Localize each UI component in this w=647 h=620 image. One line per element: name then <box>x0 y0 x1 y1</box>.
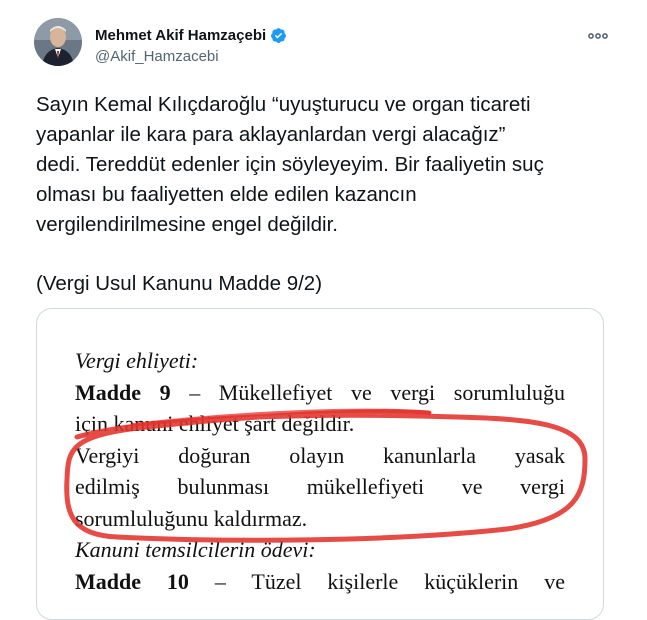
tweet-text: Sayın Kemal Kılıçdaroğlu “uyuşturucu ve … <box>36 90 606 299</box>
avatar-photo <box>34 18 82 66</box>
tweet-image[interactable]: Vergi ehliyeti: Madde 9 – Mükellefiyet v… <box>36 308 604 620</box>
doc-heading-vergi-ehliyeti: Vergi ehliyeti: <box>75 348 199 373</box>
law-document-scan: Vergi ehliyeti: Madde 9 – Mükellefiyet v… <box>75 345 565 597</box>
tweet-header: Mehmet Akif Hamzaçebi @Akif_Hamzacebi <box>0 0 647 84</box>
verified-badge-icon <box>270 27 287 44</box>
doc-madde-9-label: Madde 9 <box>75 379 171 405</box>
doc-heading-kanuni-temsilcilerin: Kanuni temsilcilerin ödevi: <box>75 537 316 562</box>
doc-madde-10-line: Madde 10 – Tüzel kişilerle küçüklerin ve <box>75 566 565 598</box>
doc-madde-9-line: Madde 9 – Mükellefiyet ve vergi sorumlul… <box>75 377 565 409</box>
doc-madde-9-text: – Mükellefiyet ve vergi sorumluluğu <box>170 379 565 405</box>
doc-madde-10-label: Madde 10 <box>75 568 189 594</box>
doc-line-6: sorumluluğunu kaldırmaz. <box>75 505 308 531</box>
tweet-paragraph: Sayın Kemal Kılıçdaroğlu “uyuşturucu ve … <box>36 93 544 236</box>
author-handle[interactable]: @Akif_Hamzacebi <box>95 48 219 65</box>
author-display-name[interactable]: Mehmet Akif Hamzaçebi <box>95 27 266 44</box>
name-row: Mehmet Akif Hamzaçebi <box>95 27 287 44</box>
more-options-icon[interactable] <box>586 24 610 48</box>
doc-line-4: Vergiyi doğuran olayın kanunlarla yasak <box>75 442 565 468</box>
doc-line-3: için kanuni ehliyet şart değildir. <box>75 411 355 436</box>
doc-madde-10-text: – Tüzel kişilerle küçüklerin ve <box>188 568 565 594</box>
doc-line-5: edilmiş bulunması mükellefiyeti ve vergi <box>75 474 565 499</box>
tweet-citation: (Vergi Usul Kanunu Madde 9/2) <box>36 272 323 295</box>
avatar[interactable] <box>34 18 82 66</box>
